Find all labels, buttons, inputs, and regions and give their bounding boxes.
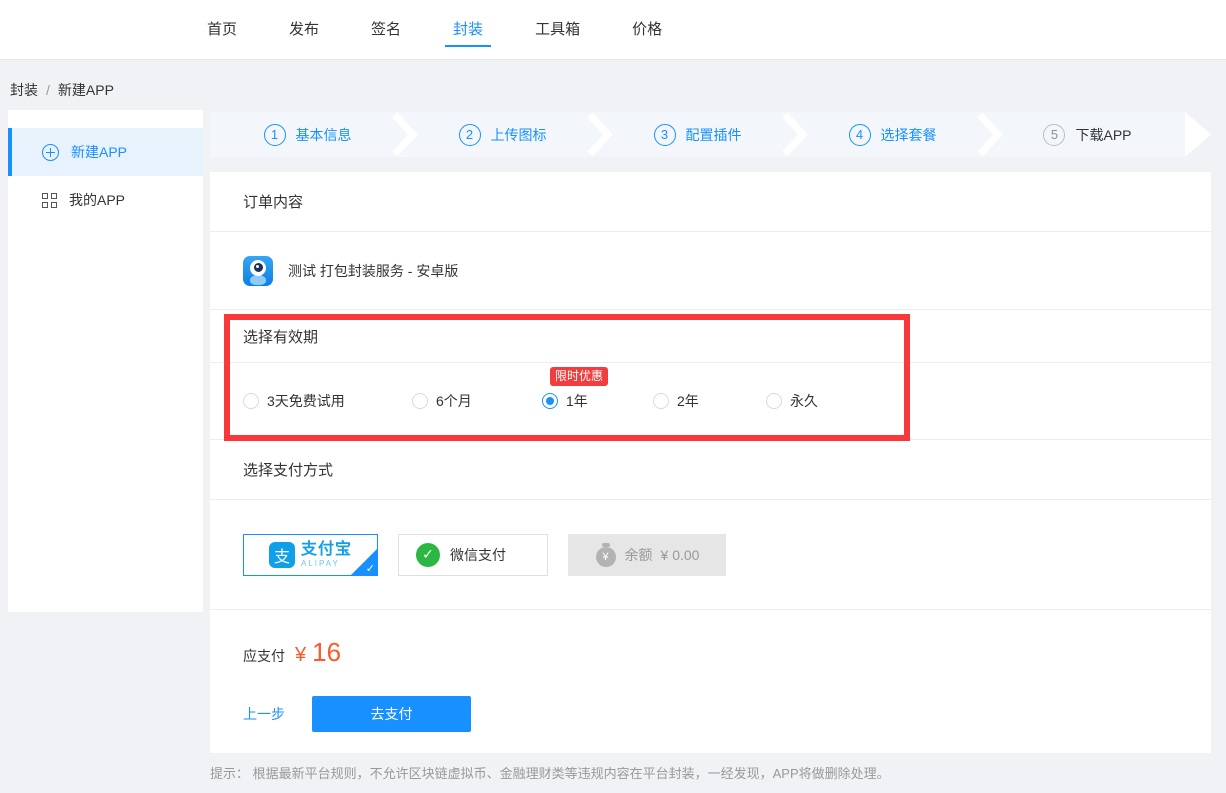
nav-item-publish[interactable]: 发布 [289, 0, 319, 60]
radio-label: 6个月 [436, 391, 472, 411]
step-number: 3 [654, 124, 676, 146]
alipay-brand-sub-label: ALIPAY [301, 560, 352, 568]
step-upload-icon[interactable]: 2 上传图标 [405, 112, 600, 157]
check-icon: ✓ [366, 564, 375, 575]
nav-item-signature[interactable]: 签名 [371, 0, 401, 60]
payment-section-title: 选择支付方式 [210, 440, 1211, 500]
payment-method-wechat[interactable]: ✓ 微信支付 [398, 534, 548, 576]
payment-methods: 支 支付宝 ALIPAY ✓ ✓ 微信支付 ¥ 余额 ¥ 0.00 [210, 500, 1211, 610]
validity-section-title: 选择有效期 [210, 310, 1211, 363]
radio-label: 1年 [566, 391, 588, 411]
validity-option-forever[interactable]: 永久 [766, 391, 818, 411]
validity-options: 限时优惠 3天免费试用 6个月 1年 2年 [210, 363, 1211, 440]
nav-item-price[interactable]: 价格 [632, 0, 662, 60]
step-basic-info[interactable]: 1 基本信息 [210, 112, 405, 157]
step-label: 下载APP [1075, 125, 1131, 145]
main-content: 1 基本信息 2 上传图标 3 配置插件 4 选择套餐 5 下载APP [210, 112, 1211, 157]
payment-method-alipay[interactable]: 支 支付宝 ALIPAY ✓ [243, 534, 378, 576]
step-configure-plugins[interactable]: 3 配置插件 [600, 112, 795, 157]
app-title: 测试 打包封装服务 - 安卓版 [288, 261, 458, 281]
payment-method-balance[interactable]: ¥ 余额 ¥ 0.00 [568, 534, 726, 576]
order-section-title: 订单内容 [210, 172, 1211, 232]
step-choose-plan[interactable]: 4 选择套餐 [795, 112, 990, 157]
validity-option-6-months[interactable]: 6个月 [412, 391, 542, 411]
wechat-pay-icon: ✓ [416, 543, 440, 567]
money-bag-icon: ¥ [595, 542, 617, 568]
go-to-pay-button[interactable]: 去支付 [312, 696, 471, 732]
step-end-arrow-icon [1185, 112, 1211, 157]
radio-icon[interactable] [766, 393, 782, 409]
payable-amount: 16 [312, 637, 341, 668]
sidebar-item-label: 我的APP [69, 190, 125, 210]
order-panel: 订单内容 测试 打包封装服务 - 安卓版 选择有效期 限时优惠 3天免费试用 6… [210, 172, 1211, 753]
footer-tip: 提示： 根据最新平台规则，不允许区块链虚拟币、金融理财类等违规内容在平台封装，一… [210, 763, 890, 782]
payment-summary: 应支付 ¥ 16 上一步 去支付 [210, 610, 1211, 732]
order-app-row: 测试 打包封装服务 - 安卓版 [210, 232, 1211, 310]
nav-item-toolbox[interactable]: 工具箱 [535, 0, 580, 60]
alipay-logo-icon: 支 [269, 542, 295, 568]
payable-label: 应支付 [243, 646, 285, 666]
step-download-app[interactable]: 5 下载APP [990, 112, 1185, 157]
sidebar: 新建APP 我的APP [8, 110, 203, 612]
promo-badge: 限时优惠 [550, 367, 608, 386]
breadcrumb-current: 新建APP [58, 82, 114, 98]
payable-currency: ¥ [295, 644, 306, 667]
step-number: 1 [264, 124, 286, 146]
app-packaging-page: 首页 发布 签名 封装 工具箱 价格 封装/新建APP 新建APP 我的APP … [0, 0, 1226, 793]
nav-item-home[interactable]: 首页 [207, 0, 237, 60]
grid-icon [42, 193, 57, 208]
nav-item-package[interactable]: 封装 [453, 0, 483, 60]
app-logo-icon [243, 256, 273, 286]
step-label: 配置插件 [686, 125, 742, 145]
plus-circle-icon [42, 144, 59, 161]
step-label: 选择套餐 [881, 125, 937, 145]
balance-label: 余额 [625, 545, 653, 565]
previous-step-link[interactable]: 上一步 [243, 704, 285, 724]
step-label: 基本信息 [296, 125, 352, 145]
wechat-pay-label: 微信支付 [450, 545, 506, 565]
main-nav: 首页 发布 签名 封装 工具箱 价格 [207, 0, 714, 60]
radio-label: 永久 [790, 391, 818, 411]
sidebar-item-my-apps[interactable]: 我的APP [8, 176, 203, 224]
radio-checked-icon[interactable] [542, 393, 558, 409]
alipay-brand-label: 支付宝 [301, 542, 352, 558]
validity-option-trial[interactable]: 3天免费试用 [243, 391, 412, 411]
radio-icon[interactable] [243, 393, 259, 409]
step-number: 4 [849, 124, 871, 146]
radio-label: 3天免费试用 [267, 391, 345, 411]
sidebar-item-label: 新建APP [71, 142, 127, 162]
radio-icon[interactable] [653, 393, 669, 409]
balance-amount: ¥ 0.00 [661, 547, 700, 563]
radio-icon[interactable] [412, 393, 428, 409]
breadcrumb-parent[interactable]: 封装 [10, 82, 38, 98]
breadcrumb: 封装 / 新建APP [10, 80, 114, 100]
step-number: 5 [1043, 124, 1065, 146]
step-number: 2 [459, 124, 481, 146]
validity-option-2-years[interactable]: 2年 [653, 391, 766, 411]
breadcrumb-separator: / [46, 82, 50, 98]
validity-option-1-year[interactable]: 1年 [542, 391, 653, 411]
radio-label: 2年 [677, 391, 699, 411]
step-wizard: 1 基本信息 2 上传图标 3 配置插件 4 选择套餐 5 下载APP [210, 112, 1211, 157]
sidebar-item-new-app[interactable]: 新建APP [8, 128, 203, 176]
top-navbar: 首页 发布 签名 封装 工具箱 价格 [0, 0, 1226, 60]
step-label: 上传图标 [491, 125, 547, 145]
